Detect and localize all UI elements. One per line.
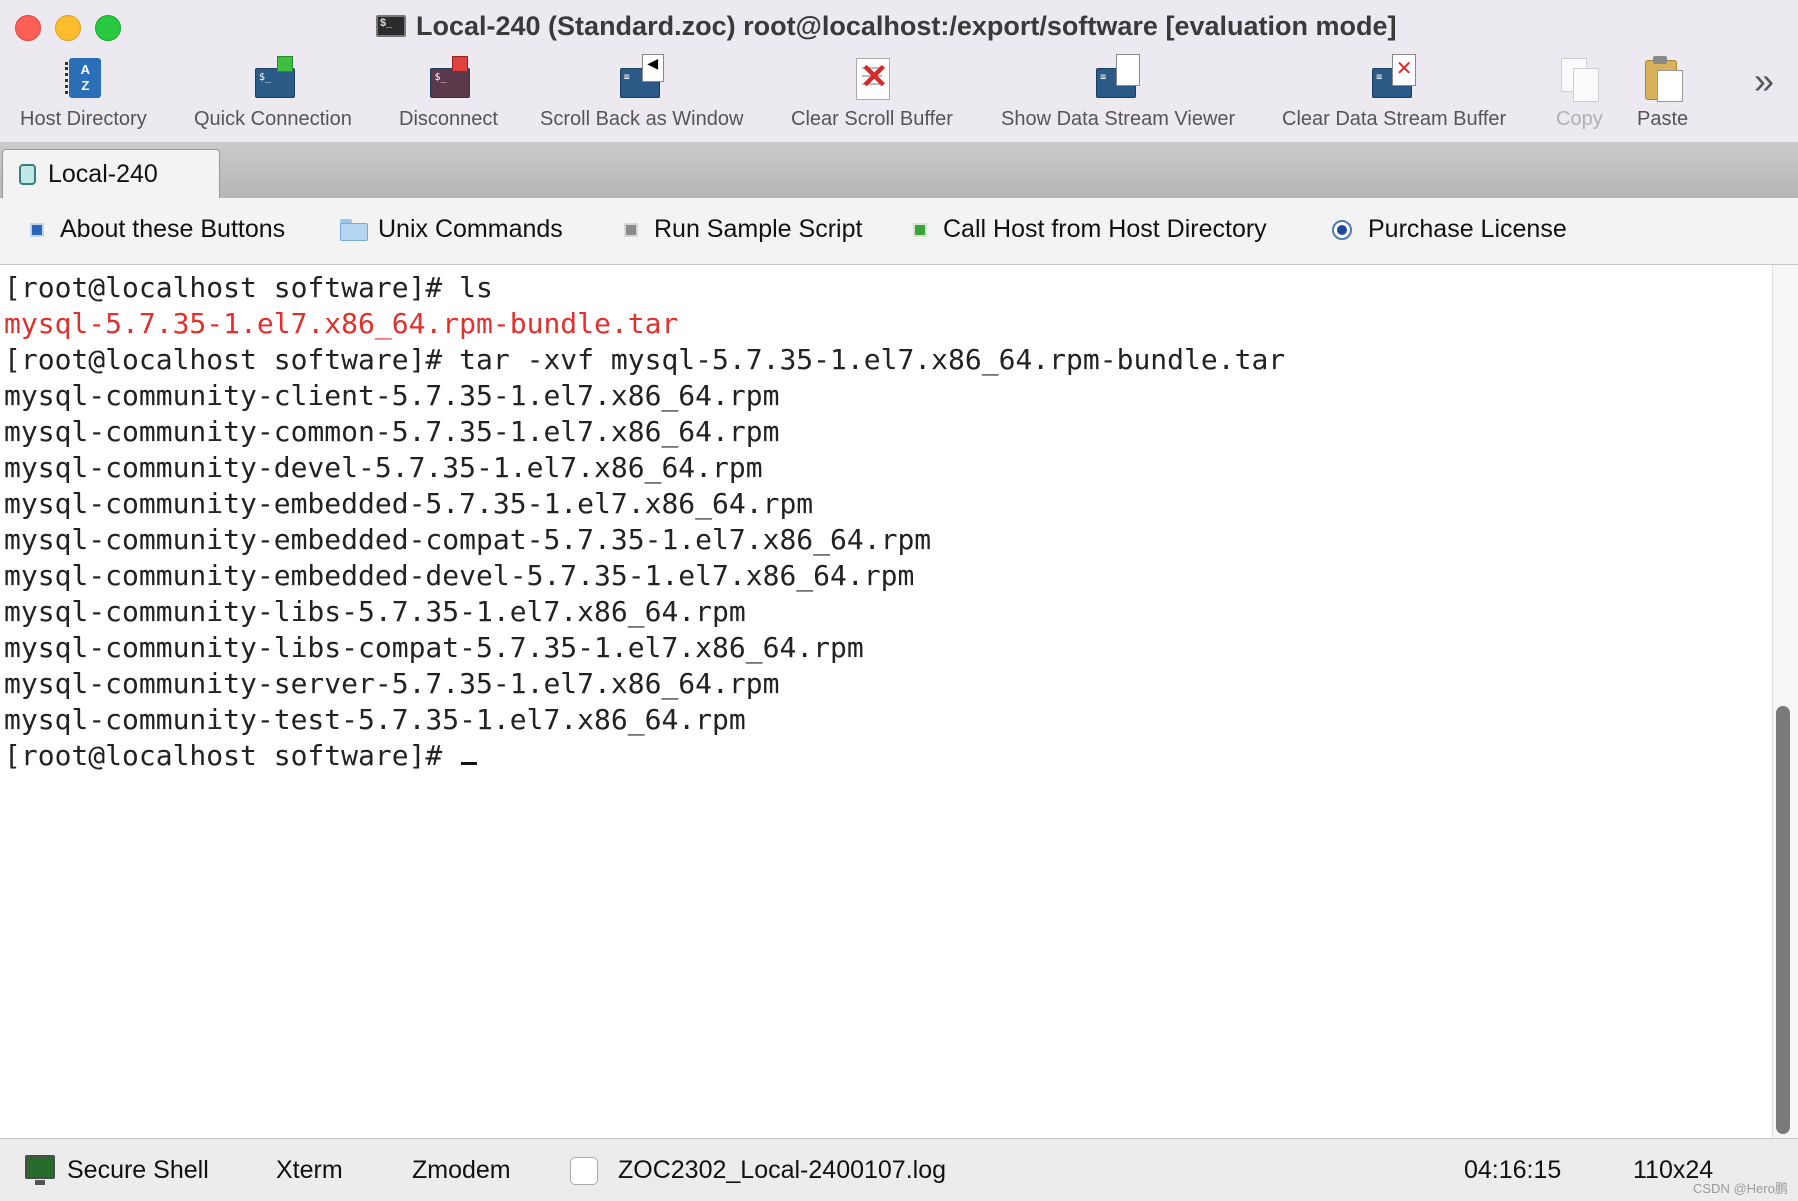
toolbar-label: Paste [1637, 108, 1689, 130]
clear-scroll-buffer-button[interactable]: ✕ Clear Scroll Buffer [791, 54, 953, 131]
copy-button[interactable]: Copy [1556, 54, 1603, 131]
green-square-icon [913, 222, 927, 237]
host-directory-button[interactable]: AZ Host Directory [20, 54, 147, 131]
data-stream-viewer-icon: ≡ [1096, 54, 1141, 102]
gray-square-icon [624, 222, 638, 237]
disconnect-button[interactable]: $_ Disconnect [399, 54, 498, 131]
show-data-stream-viewer-button[interactable]: ≡ Show Data Stream Viewer [1001, 54, 1235, 131]
quick-connection-button[interactable]: $_ Quick Connection [194, 54, 352, 131]
watermark: CSDN @Hero鹏 [1693, 1181, 1788, 1196]
quick-connect-icon: $_ [251, 54, 295, 102]
title-bar: $_ Local-240 (Standard.zoc) root@localho… [0, 0, 1798, 50]
terminal-prompt-line: [root@localhost software]# [4, 738, 478, 774]
chevron-double-right-icon[interactable]: » [1754, 60, 1774, 102]
session-status-icon [19, 164, 36, 185]
paste-icon [1641, 54, 1685, 102]
clear-buffer-icon: ✕ [850, 54, 894, 102]
disconnect-icon: $_ [426, 54, 471, 102]
close-window-button[interactable] [15, 15, 41, 41]
tab-bar: Local-240 [0, 143, 1798, 199]
terminal-icon: $_ [376, 15, 406, 37]
terminal-line: mysql-community-server-5.7.35-1.el7.x86_… [4, 667, 780, 700]
terminal-line: mysql-community-embedded-compat-5.7.35-1… [4, 523, 932, 556]
zoom-window-button[interactable] [95, 15, 121, 41]
terminal-line: mysql-community-libs-compat-5.7.35-1.el7… [4, 631, 864, 664]
toolbar-label: Clear Data Stream Buffer [1282, 108, 1507, 130]
user-button-label: Purchase License [1368, 215, 1567, 243]
toolbar: AZ Host Directory $_ Quick Connection $_… [0, 50, 1798, 143]
toolbar-label: Disconnect [399, 108, 498, 130]
toolbar-label: Show Data Stream Viewer [1001, 108, 1236, 130]
unix-commands-button[interactable]: Unix Commands [340, 215, 563, 244]
user-button-label: About these Buttons [60, 215, 286, 243]
window-title: $_ Local-240 (Standard.zoc) root@localho… [376, 9, 1396, 43]
terminal-line: mysql-community-devel-5.7.35-1.el7.x86_6… [4, 451, 763, 484]
purchase-license-button[interactable]: Purchase License [1332, 215, 1567, 244]
transfer-protocol[interactable]: Zmodem [412, 1156, 511, 1185]
paste-button[interactable]: Paste [1637, 54, 1688, 131]
call-host-button[interactable]: Call Host from Host Directory [913, 215, 1267, 244]
copy-icon [1557, 54, 1601, 102]
log-file-name: ZOC2302_Local-2400107.log [618, 1156, 947, 1184]
emulation-type[interactable]: Xterm [276, 1156, 343, 1185]
toolbar-label: Clear Scroll Buffer [791, 108, 953, 130]
radio-dot-icon [1332, 219, 1352, 240]
scrollback-window-icon: ≡ ◀ [619, 54, 664, 102]
scrollbar-thumb[interactable] [1776, 706, 1790, 1134]
terminal-line: mysql-community-embedded-5.7.35-1.el7.x8… [4, 487, 814, 520]
monitor-icon [25, 1155, 55, 1185]
terminal-line: mysql-5.7.35-1.el7.x86_64.rpm-bundle.tar [4, 307, 679, 340]
terminal-line: mysql-community-libs-5.7.35-1.el7.x86_64… [4, 595, 746, 628]
status-bar: Secure Shell Xterm Zmodem ZOC2302_Local-… [0, 1138, 1798, 1201]
about-these-buttons-button[interactable]: About these Buttons [30, 215, 285, 244]
folder-icon [340, 218, 368, 241]
window-title-text: Local-240 (Standard.zoc) root@localhost:… [416, 10, 1397, 41]
user-button-bar: About these Buttons Unix Commands Run Sa… [0, 198, 1798, 265]
clear-data-stream-buffer-button[interactable]: ≡ ✕ Clear Data Stream Buffer [1282, 54, 1506, 131]
terminal-line: [root@localhost software]# tar -xvf mysq… [4, 343, 1286, 376]
text-cursor [461, 762, 478, 765]
terminal-line: mysql-community-test-5.7.35-1.el7.x86_64… [4, 703, 746, 736]
user-button-label: Run Sample Script [654, 215, 863, 243]
toolbar-label: Scroll Back as Window [540, 108, 744, 130]
terminal-line: [root@localhost software]# ls [4, 271, 493, 304]
toolbar-label: Copy [1556, 108, 1603, 130]
address-book-icon: AZ [61, 54, 105, 102]
terminal-output[interactable]: [root@localhost software]# ls mysql-5.7.… [0, 265, 1772, 1138]
tab-local-240[interactable]: Local-240 [2, 149, 220, 199]
terminal-prompt: [root@localhost software]# [4, 739, 460, 772]
user-button-label: Unix Commands [378, 215, 563, 243]
terminal-line: mysql-community-common-5.7.35-1.el7.x86_… [4, 415, 780, 448]
terminal-line: mysql-community-embedded-devel-5.7.35-1.… [4, 559, 915, 592]
user-button-label: Call Host from Host Directory [943, 215, 1267, 243]
connection-type[interactable]: Secure Shell [67, 1156, 209, 1185]
clear-data-stream-icon: ≡ ✕ [1372, 54, 1417, 102]
toolbar-label: Quick Connection [194, 108, 352, 130]
terminal-line: mysql-community-client-5.7.35-1.el7.x86_… [4, 379, 780, 412]
toolbar-label: Host Directory [20, 108, 147, 130]
scroll-back-window-button[interactable]: ≡ ◀ Scroll Back as Window [540, 54, 743, 131]
logging-checkbox[interactable] [570, 1157, 598, 1185]
tab-label: Local-240 [48, 160, 158, 188]
session-clock: 04:16:15 [1464, 1156, 1562, 1184]
blue-square-icon [30, 222, 44, 237]
run-sample-script-button[interactable]: Run Sample Script [624, 215, 862, 244]
minimize-window-button[interactable] [55, 15, 81, 41]
